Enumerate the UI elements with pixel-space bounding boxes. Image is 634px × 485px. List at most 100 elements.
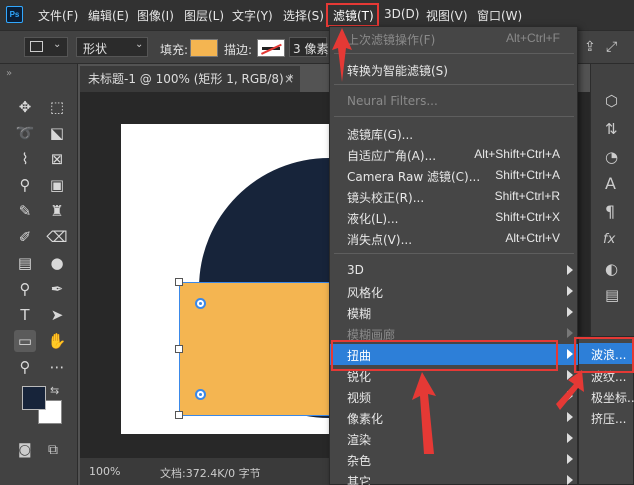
- menu-item-other[interactable]: 其它: [330, 470, 579, 485]
- menu-item-noise[interactable]: 杂色: [330, 449, 579, 470]
- red-arrow-up-filter: [332, 28, 352, 82]
- fill-swatch[interactable]: [190, 39, 218, 57]
- marquee-tool-icon[interactable]: ⬚: [46, 96, 68, 118]
- blur-tool-icon[interactable]: ●: [46, 252, 68, 274]
- stamp-tool-icon[interactable]: ♜: [46, 200, 68, 222]
- menu-item-camera-raw[interactable]: Camera Raw 滤镜(C)... Shift+Ctrl+A: [330, 165, 579, 186]
- menu-item-adaptive-wide-angle[interactable]: 自适应广角(A)... Alt+Shift+Ctrl+A: [330, 144, 579, 165]
- 3d-panel-icon[interactable]: ⬡: [605, 92, 618, 110]
- transform-handle[interactable]: [175, 345, 183, 353]
- chevron-down-icon: ⌄: [135, 39, 144, 50]
- collapse-panel-icon[interactable]: »: [6, 68, 12, 79]
- menu-item-blur[interactable]: 模糊: [330, 302, 579, 323]
- eraser-tool-icon[interactable]: ⌫: [46, 226, 68, 248]
- submenu-arrow-icon: [567, 454, 573, 464]
- gradient-tool-icon[interactable]: ▤: [14, 252, 36, 274]
- submenu-arrow-icon: [567, 265, 573, 275]
- filter-dropdown-menu: 上次滤镜操作(F) Alt+Ctrl+F 转换为智能滤镜(S) Neural F…: [329, 26, 579, 485]
- quick-mask-icon[interactable]: ◙: [18, 442, 32, 458]
- menu-item-stylize[interactable]: 风格化: [330, 281, 579, 302]
- menu-item-convert-smart-filter[interactable]: 转换为智能滤镜(S): [330, 59, 579, 80]
- stroke-swatch[interactable]: [257, 39, 285, 57]
- menu-select[interactable]: 选择(S): [283, 7, 324, 24]
- styles-icon[interactable]: ◐: [605, 260, 618, 278]
- pen-tool-icon[interactable]: ✒: [46, 278, 68, 300]
- history-icon[interactable]: ◔: [605, 148, 618, 166]
- menu-separator: [334, 116, 574, 117]
- path-select-tool-icon[interactable]: ➤: [46, 304, 68, 326]
- menu-view[interactable]: 视图(V): [426, 7, 468, 24]
- libraries-icon[interactable]: ▤: [605, 286, 619, 304]
- menu-layer[interactable]: 图层(L): [184, 7, 224, 24]
- menu-edit[interactable]: 编辑(E): [88, 7, 129, 24]
- submenu-arrow-icon: [567, 328, 573, 338]
- submenu-arrow-icon: [567, 475, 573, 485]
- menu-item-last-filter[interactable]: 上次滤镜操作(F) Alt+Ctrl+F: [330, 28, 579, 49]
- adjustments-icon[interactable]: ⇅: [605, 120, 618, 138]
- photoshop-logo: Ps: [6, 6, 23, 23]
- lasso-tool-icon[interactable]: ➰: [14, 122, 36, 144]
- close-tab-icon[interactable]: ×: [284, 66, 294, 92]
- chevron-down-icon: ⌄: [53, 39, 62, 50]
- menu-item-render[interactable]: 渲染: [330, 428, 579, 449]
- foreground-color-swatch[interactable]: [22, 386, 46, 410]
- document-tab[interactable]: 未标题-1 @ 100% (矩形 1, RGB/8) * ×: [80, 66, 300, 92]
- expand-icon[interactable]: ⤢: [606, 39, 617, 55]
- menu-separator: [334, 84, 574, 85]
- swap-colors-icon[interactable]: ⇆: [50, 384, 59, 397]
- submenu-arrow-icon: [567, 412, 573, 422]
- menu-item-pixelate[interactable]: 像素化: [330, 407, 579, 428]
- menu-item-video[interactable]: 视频: [330, 386, 579, 407]
- corner-radius-handle[interactable]: [195, 298, 206, 309]
- rectangle-tool-icon[interactable]: ▭: [14, 330, 36, 352]
- quick-select-tool-icon[interactable]: ⌇: [14, 148, 36, 170]
- crop-tool-icon[interactable]: ⊠: [46, 148, 68, 170]
- canvas[interactable]: [121, 124, 331, 434]
- menu-item-filter-gallery[interactable]: 滤镜库(G)...: [330, 123, 579, 144]
- menu-type[interactable]: 文字(Y): [232, 7, 273, 24]
- tool-preset-picker[interactable]: ⌄: [24, 37, 68, 57]
- document-info: 文档:372.4K/0 字节: [160, 467, 261, 480]
- menu-item-vanishing-point[interactable]: 消失点(V)... Alt+Ctrl+V: [330, 228, 579, 249]
- menu-image[interactable]: 图像(I): [137, 7, 174, 24]
- transform-handle[interactable]: [175, 411, 183, 419]
- submenu-arrow-icon: [567, 286, 573, 296]
- frame-tool-icon[interactable]: ▣: [46, 174, 68, 196]
- character-icon[interactable]: A: [605, 174, 616, 193]
- share-icon[interactable]: ⇪: [584, 39, 596, 55]
- screen-mode-icon[interactable]: ⧉: [48, 442, 58, 458]
- shape-mode-value: 形状: [83, 42, 108, 56]
- menu-item-neural-filters[interactable]: Neural Filters...: [330, 91, 579, 112]
- highlight-filter-menu: [326, 3, 379, 27]
- transform-handle[interactable]: [175, 278, 183, 286]
- zoom-level[interactable]: 100%: [89, 465, 120, 478]
- menu-window[interactable]: 窗口(W): [477, 7, 522, 24]
- fx-icon[interactable]: fx: [603, 232, 615, 247]
- document-title: 未标题-1 @ 100% (矩形 1, RGB/8) *: [88, 72, 294, 86]
- hand-tool-icon[interactable]: ✋: [46, 330, 68, 352]
- dodge-tool-icon[interactable]: ⚲: [14, 278, 36, 300]
- object-select-tool-icon[interactable]: ⬕: [46, 122, 68, 144]
- zoom-tool-icon[interactable]: ⚲: [14, 356, 36, 378]
- stroke-size-field[interactable]: 3 像素: [289, 37, 328, 57]
- move-tool-icon[interactable]: ✥: [14, 96, 36, 118]
- menu-item-liquify[interactable]: 液化(L)... Shift+Ctrl+X: [330, 207, 579, 228]
- menu-file[interactable]: 文件(F): [38, 7, 78, 24]
- menu-separator: [334, 253, 574, 254]
- paragraph-icon[interactable]: ¶: [605, 202, 615, 221]
- menu-separator: [334, 53, 574, 54]
- brush-tool-icon[interactable]: ✎: [14, 200, 36, 222]
- more-tools-icon[interactable]: ⋯: [46, 356, 68, 378]
- menu-item-lens-correction[interactable]: 镜头校正(R)... Shift+Ctrl+R: [330, 186, 579, 207]
- type-tool-icon[interactable]: T: [14, 304, 36, 326]
- menu-item-3d[interactable]: 3D: [330, 260, 579, 281]
- submenu-arrow-icon: [567, 433, 573, 443]
- corner-radius-handle[interactable]: [195, 389, 206, 400]
- highlight-distort-item: [331, 340, 558, 371]
- history-brush-icon[interactable]: ✐: [14, 226, 36, 248]
- eyedropper-tool-icon[interactable]: ⚲: [14, 174, 36, 196]
- rectangle-icon: [30, 41, 43, 52]
- menu-3d[interactable]: 3D(D): [384, 7, 419, 21]
- fill-label: 填充:: [160, 43, 189, 57]
- shape-mode-select[interactable]: 形状 ⌄: [76, 37, 148, 57]
